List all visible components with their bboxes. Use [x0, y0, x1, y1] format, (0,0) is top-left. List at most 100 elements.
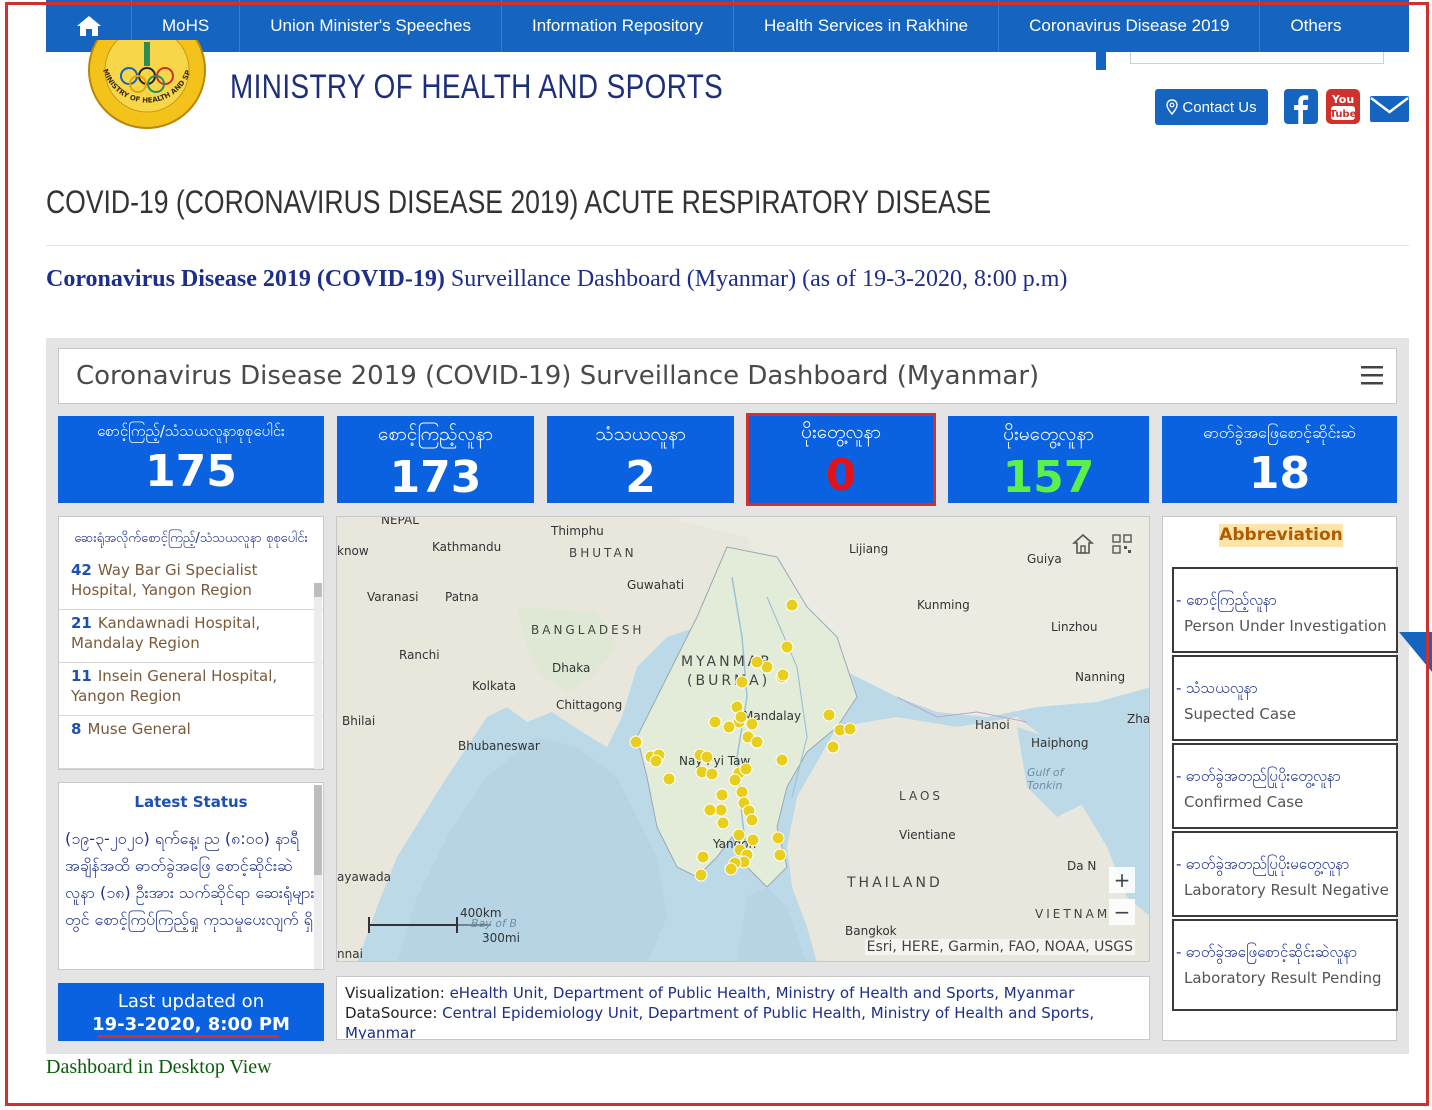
- case-marker[interactable]: [728, 773, 742, 787]
- case-marker[interactable]: [822, 708, 836, 722]
- hospital-name: Kandawnadi Hospital, Mandalay Region: [71, 614, 261, 652]
- youtube-icon[interactable]: You Tube: [1326, 89, 1360, 124]
- stat-value: 0: [825, 450, 857, 501]
- top-navigation: MoHS Union Minister's Speeches Informati…: [46, 0, 1409, 52]
- nav-item-coronavirus[interactable]: Coronavirus Disease 2019: [999, 0, 1261, 52]
- abbreviation-item: - သံသယလူနာ Supected Case: [1172, 655, 1398, 741]
- abbreviation-mm: - စောင့်ကြည့်လူနာ: [1176, 591, 1277, 609]
- scrollbar-thumb[interactable]: [314, 785, 322, 875]
- qr-code-icon[interactable]: [1111, 533, 1133, 555]
- list-item[interactable]: 8 Muse General: [59, 716, 323, 769]
- abbreviation-en: Confirmed Case: [1184, 793, 1304, 811]
- contact-us-button[interactable]: Contact Us: [1155, 89, 1268, 125]
- case-marker[interactable]: [705, 767, 719, 781]
- case-marker[interactable]: [780, 640, 794, 654]
- nav-item-others[interactable]: Others: [1260, 0, 1371, 52]
- abbreviation-mm: - ဓာတ်ခွဲအတည်ပြုပိုးတွေ့လူနာ: [1176, 767, 1341, 785]
- map-attribution: Esri, HERE, Garmin, FAO, NOAA, USGS: [864, 939, 1135, 955]
- case-marker[interactable]: [775, 753, 789, 767]
- case-marker[interactable]: [696, 850, 710, 864]
- desktop-view-link[interactable]: Dashboard in Desktop View: [46, 1056, 272, 1079]
- ministry-logo[interactable]: MINISTRY OF HEALTH AND SPORTS: [87, 40, 207, 130]
- stat-total-pui-suspected[interactable]: စောင့်ကြည့်/သံသယလူနာစုစုပေါင်း 175: [58, 416, 324, 503]
- hamburger-menu-icon[interactable]: [1360, 363, 1384, 387]
- subheading-date-part: Surveillance Dashboard (Myanmar) (as of …: [444, 266, 1068, 292]
- zoom-out-button[interactable]: −: [1109, 899, 1135, 925]
- latest-status-title: Latest Status: [134, 793, 248, 811]
- hospital-list-scrollbar[interactable]: [314, 583, 322, 769]
- mail-icon[interactable]: [1369, 89, 1410, 124]
- svg-text:You: You: [1331, 93, 1354, 106]
- side-tab-toggle[interactable]: [1399, 632, 1432, 672]
- hospital-count: 21: [71, 614, 92, 632]
- case-marker[interactable]: [708, 715, 722, 729]
- list-item[interactable]: 42 Way Bar Gi Specialist Hospital, Yangon…: [59, 557, 323, 610]
- case-marker[interactable]: [732, 828, 746, 842]
- case-marker[interactable]: [703, 803, 717, 817]
- case-marker[interactable]: [715, 788, 729, 802]
- stat-confirmed[interactable]: ပိုးတွေ့လူနာ 0: [746, 413, 936, 506]
- case-marker[interactable]: [649, 754, 663, 768]
- map-home-icon[interactable]: [1072, 533, 1094, 555]
- case-marker[interactable]: [722, 720, 736, 734]
- list-item[interactable]: 11 Insein General Hospital, Yangon Region: [59, 663, 323, 716]
- case-map[interactable]: NEPAL know Kathmandu Thimphu BHUTAN Liji…: [336, 516, 1150, 962]
- case-marker[interactable]: [750, 655, 764, 669]
- case-marker[interactable]: [826, 740, 840, 754]
- case-marker[interactable]: [843, 722, 857, 736]
- abbreviation-mm: - ဓာတ်ခွဲအတည်ပြုပိုးမတွေ့လူနာ: [1176, 855, 1350, 873]
- case-marker[interactable]: [724, 862, 738, 876]
- status-scrollbar[interactable]: [314, 785, 322, 969]
- datasource-value: Central Epidemiology Unit, Department of…: [345, 1004, 1095, 1040]
- case-marker[interactable]: [776, 668, 790, 682]
- case-marker[interactable]: [700, 750, 714, 764]
- hospital-name: Way Bar Gi Specialist Hospital, Yangon R…: [71, 561, 258, 599]
- abbreviation-en: Supected Case: [1184, 705, 1297, 723]
- case-marker[interactable]: [771, 831, 785, 845]
- case-marker[interactable]: [773, 848, 787, 862]
- case-marker[interactable]: [716, 816, 730, 830]
- case-marker[interactable]: [714, 803, 728, 817]
- stat-value: 2: [625, 452, 656, 503]
- dashboard-title-bar: Coronavirus Disease 2019 (COVID-19) Surv…: [58, 348, 1397, 404]
- stat-suspected[interactable]: သံသယလူနာ 2: [547, 416, 734, 503]
- case-marker[interactable]: [629, 735, 643, 749]
- stat-label: ဓာတ်ခွဲအဖြေစောင့်ဆိုင်းဆဲ: [1203, 423, 1356, 442]
- case-marker[interactable]: [694, 868, 708, 882]
- latest-status-panel[interactable]: Latest Status (၁၉-၃-၂၀၂၀) ရက်နေ့၊ ည (၈:၀…: [58, 782, 324, 970]
- case-marker[interactable]: [735, 785, 749, 799]
- dashboard-title: Coronavirus Disease 2019 (COVID-19) Surv…: [76, 361, 1040, 391]
- case-marker[interactable]: [662, 772, 676, 786]
- case-marker[interactable]: [734, 710, 748, 724]
- abbreviation-item: - စောင့်ကြည့်လူနာ Person Under Investiga…: [1172, 567, 1398, 653]
- case-marker[interactable]: [746, 833, 760, 847]
- location-pin-icon: [1166, 99, 1179, 115]
- viz-value: eHealth Unit, Department of Public Healt…: [449, 984, 1075, 1002]
- case-marker[interactable]: [785, 598, 799, 612]
- latest-status-text: (၁၉-၃-၂၀၂၀) ရက်နေ့၊ ည (၈:၀၀) နာရီအချိန်အ…: [65, 829, 315, 929]
- case-marker[interactable]: [750, 735, 764, 749]
- case-marker[interactable]: [745, 813, 759, 827]
- timestamp-underline: [98, 1035, 279, 1038]
- stat-negative[interactable]: ပိုးမတွေ့လူနာ 157: [948, 416, 1149, 503]
- zoom-in-button[interactable]: +: [1109, 867, 1135, 893]
- stat-pending[interactable]: ဓာတ်ခွဲအဖြေစောင့်ဆိုင်းဆဲ 18: [1162, 416, 1397, 503]
- scrollbar-thumb[interactable]: [314, 583, 322, 597]
- stat-label: ပိုးမတွေ့လူနာ: [1003, 423, 1094, 445]
- list-item[interactable]: 21 Kandawnadi Hospital, Mandalay Region: [59, 610, 323, 663]
- hospital-list-panel[interactable]: ဆေးရုံအလိုက်စောင့်ကြည့်/သံသယလူနာ စုစုပေါ…: [58, 516, 324, 770]
- facebook-icon[interactable]: [1284, 89, 1318, 124]
- abbreviation-en: Laboratory Result Pending: [1184, 969, 1382, 987]
- case-marker[interactable]: [735, 675, 749, 689]
- stat-value: 157: [1002, 452, 1095, 503]
- case-marker[interactable]: [745, 717, 759, 731]
- search-box-edge[interactable]: [1130, 52, 1384, 64]
- case-marker[interactable]: [739, 762, 753, 776]
- nav-item-information-repository[interactable]: Information Repository: [502, 0, 734, 52]
- stat-label: စောင့်ကြည့်လူနာ: [378, 423, 493, 445]
- nav-item-speeches[interactable]: Union Minister's Speeches: [240, 0, 502, 52]
- stat-value: 173: [389, 452, 482, 503]
- nav-item-health-services-rakhine[interactable]: Health Services in Rakhine: [734, 0, 1000, 52]
- stat-pui[interactable]: စောင့်ကြည့်လူနာ 173: [337, 416, 534, 503]
- hospital-count: 42: [71, 561, 92, 579]
